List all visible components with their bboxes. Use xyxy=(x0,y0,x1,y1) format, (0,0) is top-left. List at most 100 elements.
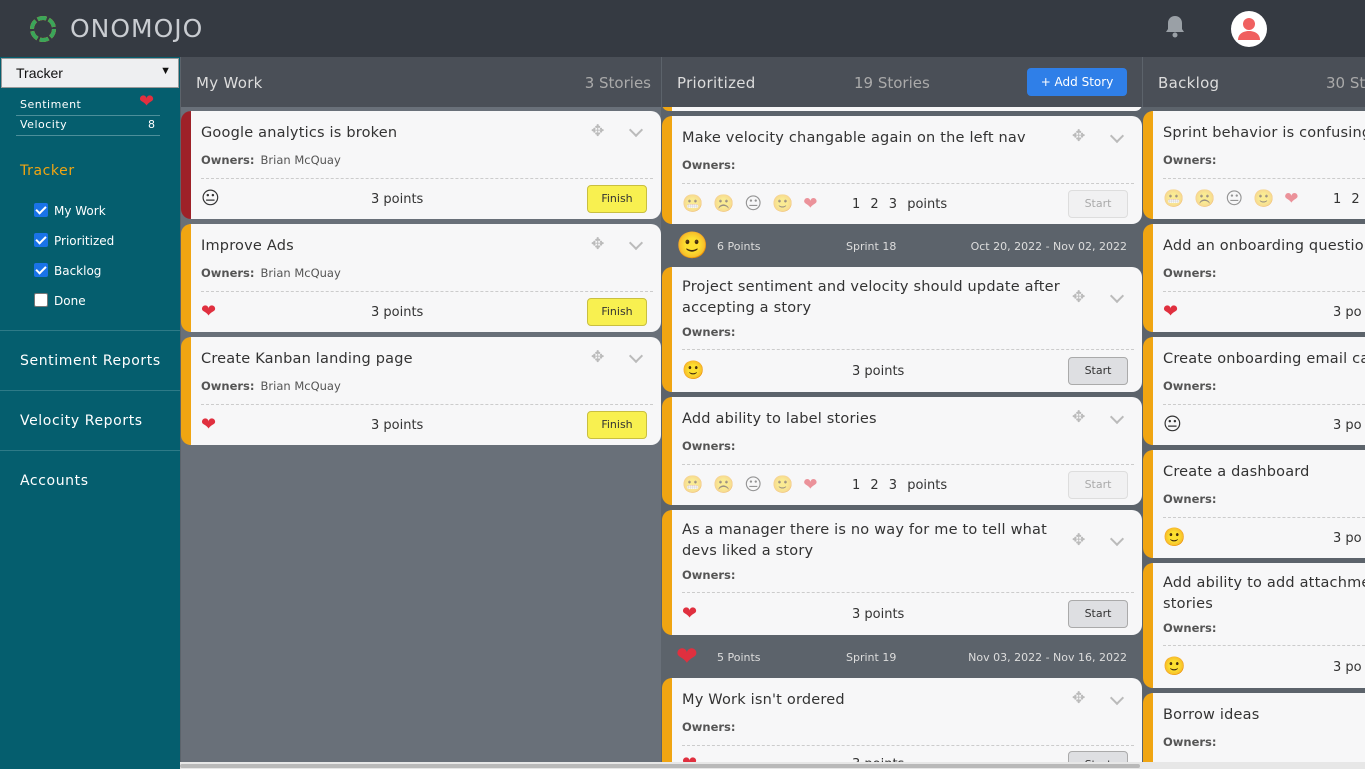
filter-mywork-label[interactable]: My Work xyxy=(54,204,106,218)
expand-chevron-icon[interactable] xyxy=(1109,690,1125,706)
sentiment-heart-icon[interactable]: ❤ xyxy=(1284,189,1298,209)
start-button[interactable]: Start xyxy=(1068,357,1128,385)
sentiment-smile-icon[interactable]: 🙂 xyxy=(1253,189,1274,209)
heart-icon: ❤ xyxy=(139,91,155,112)
add-story-button[interactable]: + Add Story xyxy=(1027,68,1127,96)
sidebar-item-velocity-reports[interactable]: Velocity Reports xyxy=(20,413,143,429)
sentiment-grimace-icon[interactable]: 😬 xyxy=(1163,189,1184,209)
filter-prioritized-checkbox[interactable] xyxy=(34,233,48,247)
sentiment-smile-icon[interactable]: 🙂 xyxy=(772,475,793,495)
sentiment-neutral-icon: 😐 xyxy=(1163,414,1182,435)
story-card[interactable]: Improve Ads Owners: Brian McQuay ✥ ❤ 3 po… xyxy=(181,224,661,332)
point-estimate-options[interactable]: 1 2 3 points xyxy=(852,478,947,493)
sentiment-frown-icon[interactable]: ☹️ xyxy=(1194,189,1215,209)
point-estimate-options[interactable]: 1 2 3 points xyxy=(852,197,947,212)
drag-handle-icon[interactable]: ✥ xyxy=(591,234,604,253)
expand-chevron-icon[interactable] xyxy=(1109,288,1125,304)
sentiment-frown-icon[interactable]: ☹️ xyxy=(713,475,734,495)
story-card[interactable]: Create Kanban landing page Owners: Brian … xyxy=(181,337,661,445)
story-card[interactable]: Create a dashboard Owners: 🙂 3 po xyxy=(1143,450,1365,558)
drag-handle-icon[interactable]: ✥ xyxy=(1072,407,1085,426)
horizontal-scrollbar-thumb[interactable] xyxy=(180,764,1140,768)
filter-done-checkbox[interactable] xyxy=(34,293,48,307)
story-card[interactable]: As a manager there is no way for me to t… xyxy=(662,510,1142,635)
story-card-partial[interactable] xyxy=(662,107,1142,111)
expand-chevron-icon[interactable] xyxy=(628,235,644,251)
expand-chevron-icon[interactable] xyxy=(1109,531,1125,547)
story-card[interactable]: Sprint behavior is confusing Owners: 😬 ☹️… xyxy=(1143,111,1365,219)
sidebar-item-accounts[interactable]: Accounts xyxy=(20,473,89,489)
expand-chevron-icon[interactable] xyxy=(1109,409,1125,425)
story-owners: Owners: Brian McQuay xyxy=(201,379,341,393)
drag-handle-icon[interactable]: ✥ xyxy=(591,121,604,140)
drag-handle-icon[interactable]: ✥ xyxy=(1072,126,1085,145)
owners-label: Owners: xyxy=(1163,379,1217,393)
column-title: My Work xyxy=(196,74,263,92)
story-title: Google analytics is broken xyxy=(201,125,398,141)
sentiment-heart-icon[interactable]: ❤ xyxy=(803,194,817,214)
owners-label: Owners: xyxy=(682,325,736,339)
story-points: 3 points xyxy=(371,305,424,320)
filter-prioritized-label[interactable]: Prioritized xyxy=(54,234,114,248)
sentiment-grimace-icon[interactable]: 😬 xyxy=(682,475,703,495)
column-prioritized: Prioritized 19 Stories + Add Story Make … xyxy=(662,57,1142,769)
finish-button[interactable]: Finish xyxy=(587,298,647,326)
column-count: 3 Stories xyxy=(584,74,651,92)
sentiment-neutral-icon[interactable]: 😐 xyxy=(744,475,762,495)
sentiment-frown-icon[interactable]: ☹️ xyxy=(713,194,734,214)
finish-button[interactable]: Finish xyxy=(587,411,647,439)
notifications-bell-icon[interactable] xyxy=(1160,12,1190,42)
user-icon xyxy=(1238,18,1260,40)
story-points: 3 po xyxy=(1333,531,1362,546)
sidebar-item-sentiment-reports[interactable]: Sentiment Reports xyxy=(20,353,161,369)
story-card[interactable]: Add ability to add attachmen stories Own… xyxy=(1143,563,1365,688)
story-card[interactable]: My Work isn't ordered Owners: ✥ ❤ 3 poin… xyxy=(662,678,1142,769)
sidebar-section-tracker[interactable]: Tracker xyxy=(20,163,75,179)
card-divider xyxy=(1163,404,1365,405)
finish-button[interactable]: Finish xyxy=(587,185,647,213)
start-button[interactable]: Start xyxy=(1068,190,1128,218)
story-card[interactable]: Make velocity changable again on the lef… xyxy=(662,116,1142,224)
sentiment-picker[interactable]: 😬 ☹️ 😐 🙂 ❤ xyxy=(682,194,818,214)
user-avatar[interactable] xyxy=(1231,11,1267,47)
story-title: Create a dashboard xyxy=(1163,464,1310,480)
sentiment-smile-icon[interactable]: 🙂 xyxy=(772,194,793,214)
sentiment-neutral-icon[interactable]: 😐 xyxy=(1225,189,1243,209)
sentiment-picker[interactable]: 😬 ☹️ 😐 🙂 ❤ xyxy=(1163,189,1299,209)
column-count: 30 Sto xyxy=(1326,74,1365,92)
column-title: Prioritized xyxy=(677,74,756,92)
sentiment-picker[interactable]: 😬 ☹️ 😐 🙂 ❤ xyxy=(682,475,818,495)
story-card[interactable]: Create onboarding email cam Owners: 😐 3 … xyxy=(1143,337,1365,445)
owners-label: Owners: xyxy=(1163,492,1217,506)
filter-backlog-checkbox[interactable] xyxy=(34,263,48,277)
story-card[interactable]: Add an onboarding question Owners: ❤ 3 p… xyxy=(1143,224,1365,332)
expand-chevron-icon[interactable] xyxy=(628,348,644,364)
sprint-points: 5 Points xyxy=(717,651,761,664)
sentiment-grimace-icon[interactable]: 😬 xyxy=(682,194,703,214)
start-button[interactable]: Start xyxy=(1068,600,1128,628)
story-card[interactable]: Google analytics is broken Owners: Brian … xyxy=(181,111,661,219)
owners-label: Owners: xyxy=(1163,153,1217,167)
sentiment-heart-icon[interactable]: ❤ xyxy=(803,475,817,495)
story-card[interactable]: Add ability to label stories Owners: ✥ 😬… xyxy=(662,397,1142,505)
expand-chevron-icon[interactable] xyxy=(628,122,644,138)
drag-handle-icon[interactable]: ✥ xyxy=(1072,530,1085,549)
filter-mywork-checkbox[interactable] xyxy=(34,203,48,217)
sentiment-neutral-icon[interactable]: 😐 xyxy=(744,194,762,214)
drag-handle-icon[interactable]: ✥ xyxy=(1072,688,1085,707)
expand-chevron-icon[interactable] xyxy=(1109,128,1125,144)
sidebar-divider xyxy=(0,390,180,391)
card-divider xyxy=(201,291,653,292)
tracker-select[interactable]: Tracker ▼ xyxy=(1,58,179,88)
sentiment-heart-icon: ❤ xyxy=(1163,301,1179,322)
story-title: Create Kanban landing page xyxy=(201,351,413,367)
filter-done-label[interactable]: Done xyxy=(54,294,86,308)
point-estimate-options[interactable]: 1 2 xyxy=(1333,192,1360,207)
drag-handle-icon[interactable]: ✥ xyxy=(591,347,604,366)
column-header: Backlog 30 Sto xyxy=(1143,57,1365,107)
story-card[interactable]: Project sentiment and velocity should up… xyxy=(662,267,1142,392)
start-button[interactable]: Start xyxy=(1068,471,1128,499)
drag-handle-icon[interactable]: ✥ xyxy=(1072,287,1085,306)
story-card[interactable]: Borrow ideas Owners: xyxy=(1143,693,1365,769)
filter-backlog-label[interactable]: Backlog xyxy=(54,264,101,278)
